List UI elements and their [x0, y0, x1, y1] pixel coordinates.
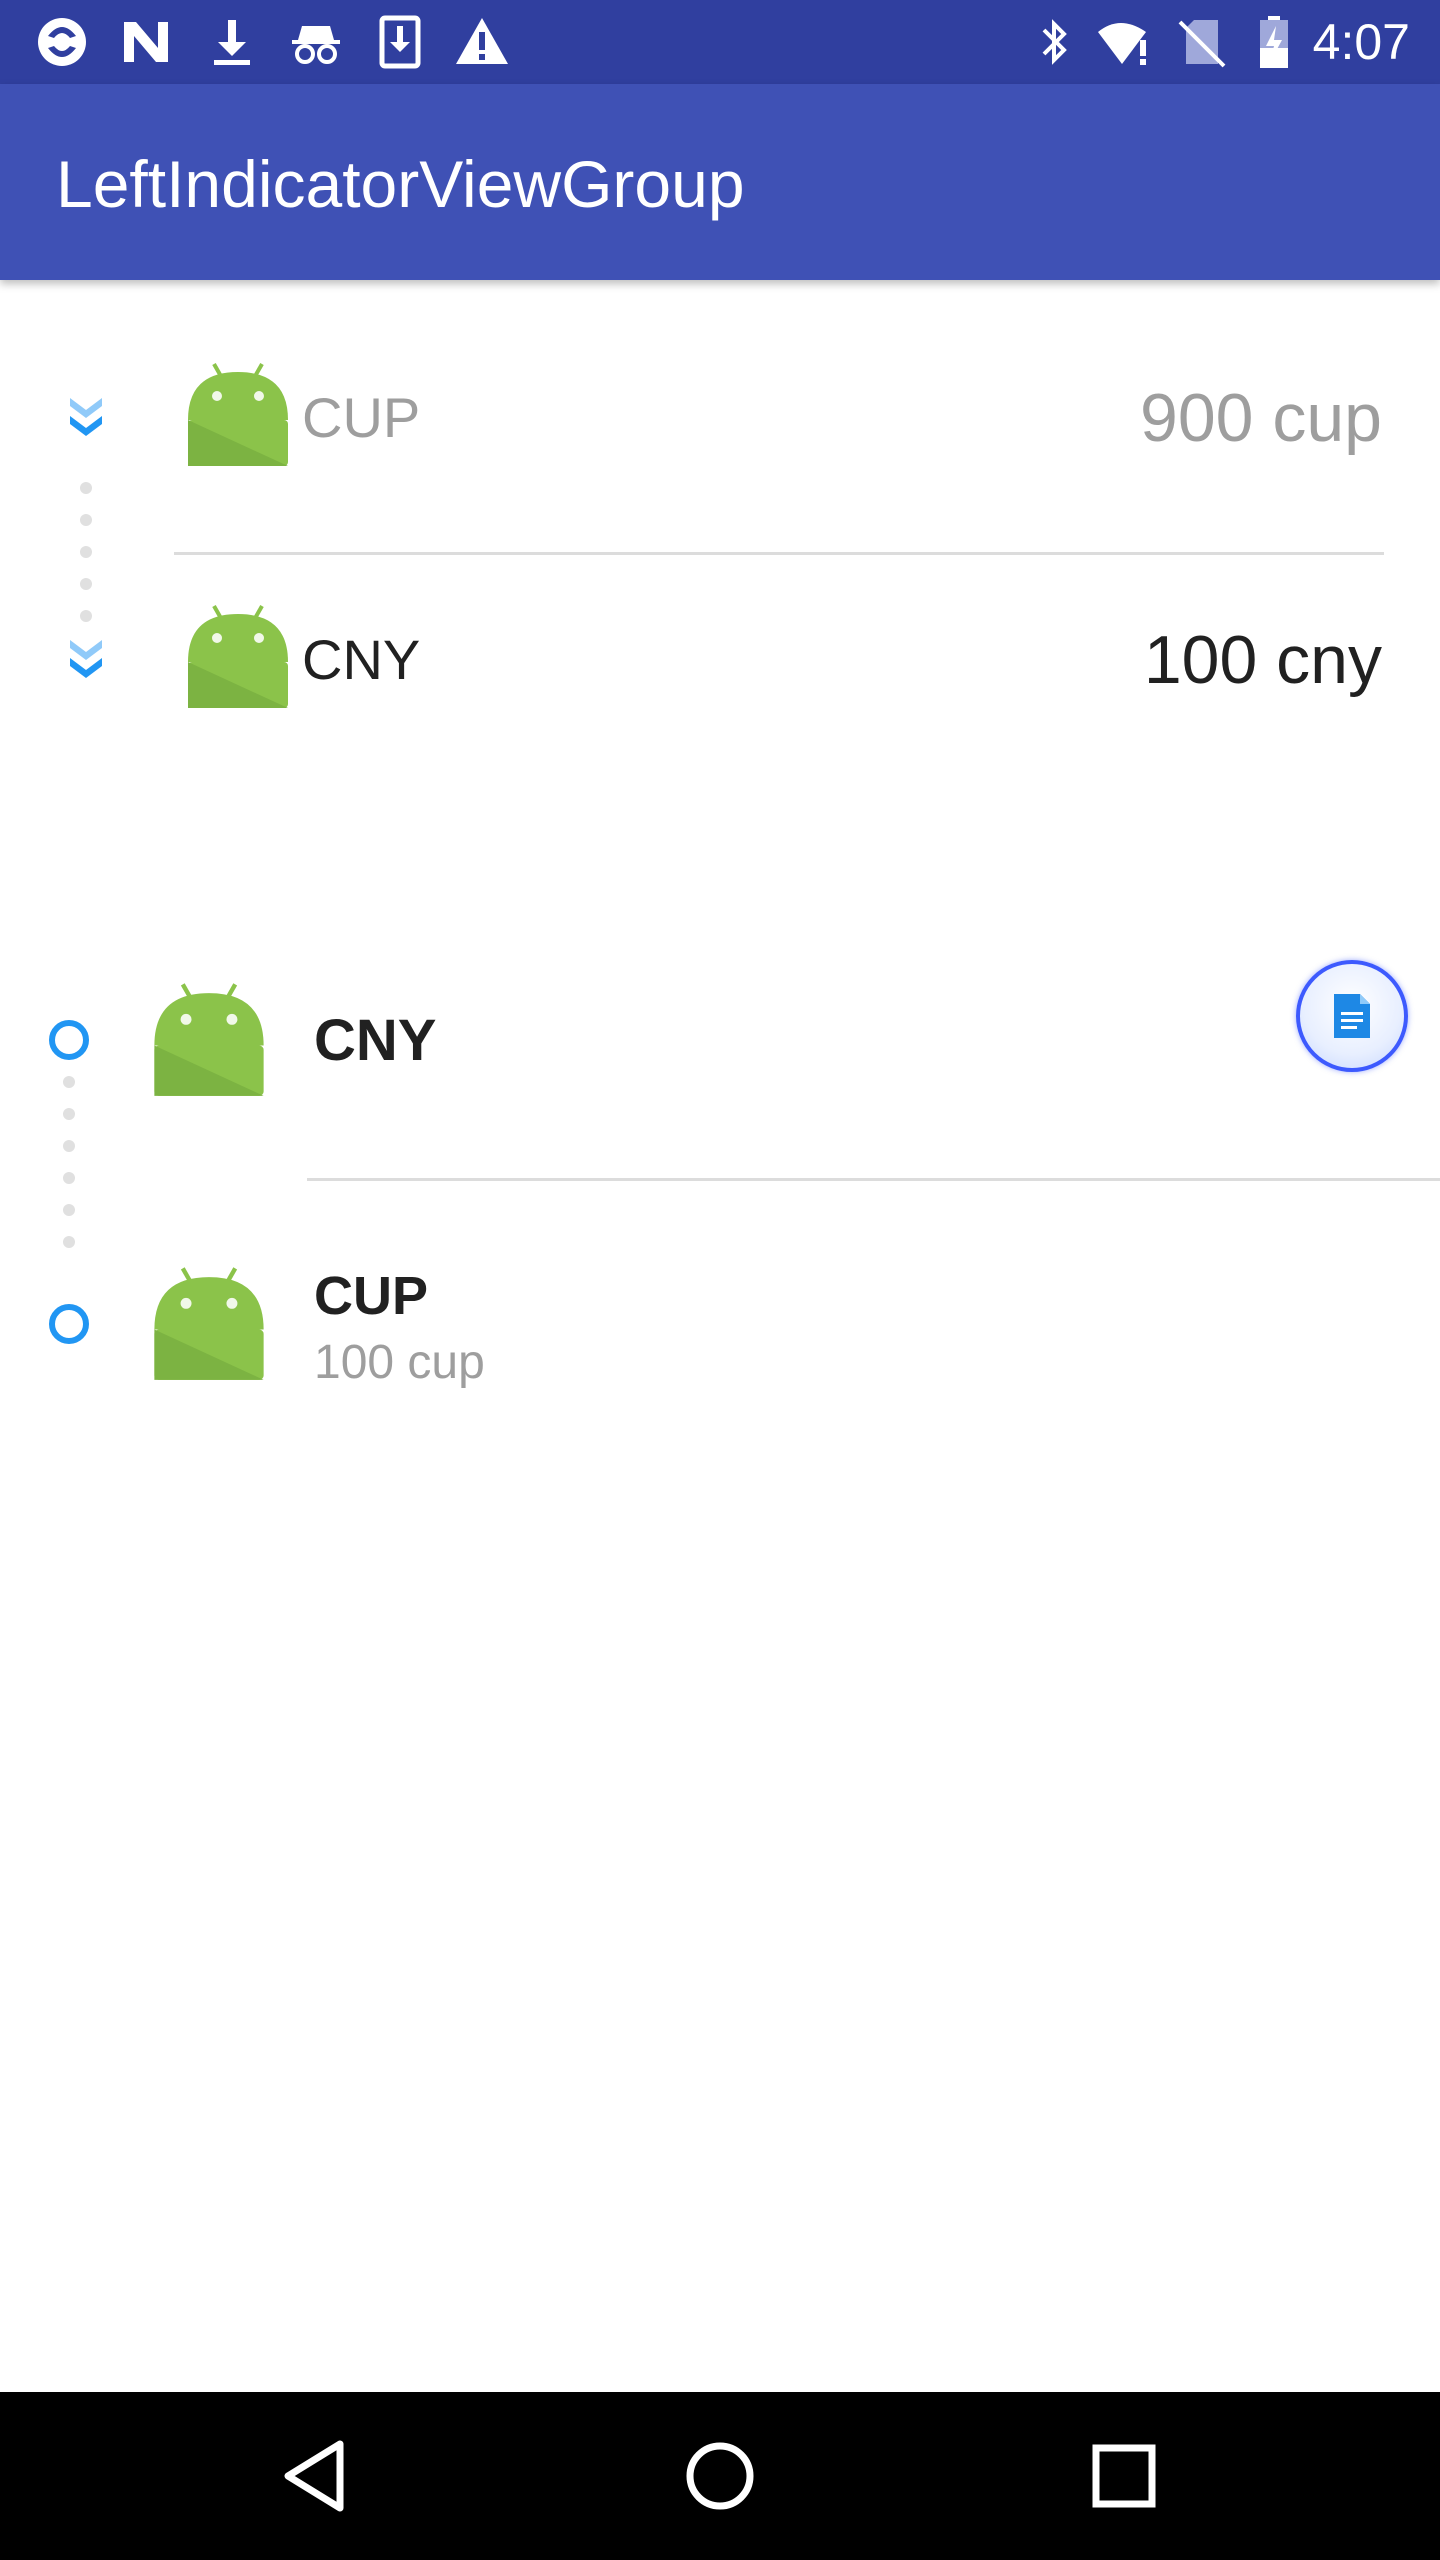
content-area: CUP 900 cup CNY 100 cny CNY CUP 100 cup: [0, 280, 1440, 2392]
indicator-dot: [63, 1140, 75, 1152]
document-icon: [1334, 994, 1370, 1038]
android-icon: [188, 363, 288, 466]
divider: [174, 552, 1384, 555]
download-box-icon: [379, 15, 421, 69]
item-amount: 100 cny: [1143, 622, 1382, 698]
item-amount: 100 cup: [314, 1336, 485, 1389]
bluetooth-icon: [1042, 19, 1067, 65]
indicator-dot: [63, 1172, 75, 1184]
item-name: CNY: [302, 628, 421, 691]
navigation-bar: [0, 2392, 1440, 2560]
indicator-dot: [80, 546, 92, 558]
chevron-down-icon: [70, 640, 102, 678]
list-two-item-cup[interactable]: CUP 100 cup: [0, 1234, 1440, 1434]
battery-charging-icon: [1260, 16, 1288, 68]
app-title: LeftIndicatorViewGroup: [56, 147, 745, 221]
item-amount: 900 cup: [1140, 380, 1382, 456]
timeline-circle: [49, 1020, 89, 1060]
chevron-down-icon: [70, 398, 102, 436]
item-name: CUP: [314, 1266, 429, 1326]
status-bar: 4:07: [0, 0, 1440, 84]
incognito-icon: [292, 26, 340, 64]
list-one-item-cup[interactable]: CUP 900 cup: [0, 340, 1440, 520]
indicator-dot: [80, 514, 92, 526]
back-icon[interactable]: [268, 2426, 368, 2526]
indicator-dot: [80, 482, 92, 494]
sync-icon: [38, 18, 86, 66]
android-icon: [188, 605, 288, 708]
recents-icon[interactable]: [1074, 2426, 1174, 2526]
document-fab[interactable]: [1296, 960, 1408, 1072]
n-icon: [124, 22, 168, 62]
status-time: 4:07: [1312, 14, 1410, 70]
home-icon[interactable]: [670, 2426, 770, 2526]
list-two-item-cny[interactable]: CNY: [0, 950, 1440, 1130]
list-one-item-cny[interactable]: CNY 100 cny: [0, 582, 1440, 762]
indicator-dot: [63, 1108, 75, 1120]
no-sim-icon: [1178, 20, 1226, 68]
item-name: CNY: [314, 1008, 437, 1073]
download-icon: [214, 20, 250, 65]
item-name: CUP: [302, 386, 421, 449]
wifi-alert-icon: [1098, 23, 1146, 65]
timeline-circle: [49, 1304, 89, 1344]
indicator-dot: [63, 1076, 75, 1088]
android-icon: [154, 1267, 264, 1380]
divider: [307, 1178, 1440, 1181]
android-icon: [154, 983, 264, 1096]
app-bar: LeftIndicatorViewGroup: [0, 84, 1440, 280]
warning-icon: [456, 18, 508, 64]
indicator-dot: [63, 1204, 75, 1216]
